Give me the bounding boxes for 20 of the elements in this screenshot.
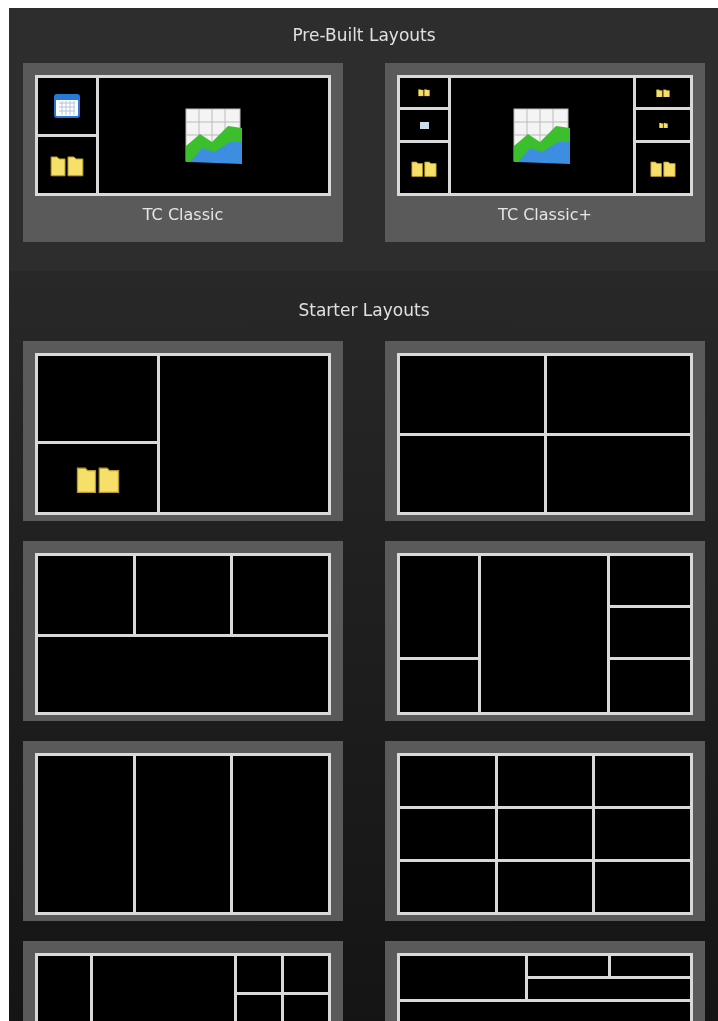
folders-icon [418, 88, 430, 97]
layout-tile[interactable] [23, 741, 343, 921]
layout-tile[interactable] [385, 741, 705, 921]
folders-icon [658, 121, 668, 129]
layout-tile[interactable] [23, 341, 343, 521]
layout-tile[interactable] [385, 341, 705, 521]
chart-icon [183, 105, 244, 166]
folders-icon [650, 158, 676, 178]
folders-icon [411, 158, 437, 178]
section-title: Starter Layouts [297, 299, 431, 322]
folders-icon [50, 153, 84, 177]
layout-tile[interactable] [23, 541, 343, 721]
layout-tile[interactable] [385, 541, 705, 721]
layout-pane [284, 956, 328, 992]
folders-icon [656, 87, 670, 98]
section-title: Pre-Built Layouts [291, 24, 437, 47]
layout-tile[interactable]: TC Classic [23, 63, 343, 242]
chart-icon [512, 105, 572, 166]
layout-pane [237, 956, 281, 992]
layout-tile[interactable]: TC Classic+ [385, 63, 705, 242]
